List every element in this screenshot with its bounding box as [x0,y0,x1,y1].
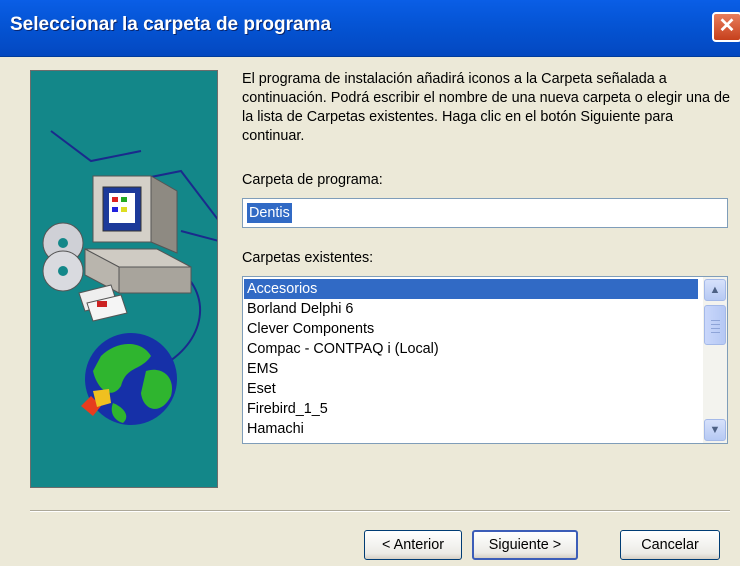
separator [30,510,730,512]
list-item[interactable]: Hamachi [247,419,304,439]
intro-text: El programa de instalación añadirá icono… [242,71,730,144]
list-item[interactable]: Borland Delphi 6 [247,299,353,319]
scroll-down-icon[interactable]: ▼ [704,419,726,441]
list-item[interactable]: EMS [247,359,278,379]
scroll-thumb[interactable] [704,305,726,345]
close-icon[interactable]: ✕ [712,12,740,42]
next-button[interactable]: Siguiente > [472,530,578,560]
list-item[interactable]: Firebird_1_5 [247,399,328,419]
list-item[interactable]: Clever Components [247,319,374,339]
list-item[interactable]: Compac - CONTPAQ i (Local) [247,339,439,359]
computer-setup-illustration [42,130,217,425]
window-title: Seleccionar la carpeta de programa [10,14,332,35]
existing-folders-list[interactable]: Accesorios Borland Delphi 6 Clever Compo… [242,276,728,444]
scroll-up-icon[interactable]: ▲ [704,279,726,301]
program-folder-input[interactable]: Dentis [242,198,728,228]
cancel-button[interactable]: Cancelar [620,530,720,560]
title-bar: Seleccionar la carpeta de programa ✕ [0,0,740,57]
program-folder-label: Carpeta de programa: [242,172,383,188]
back-button[interactable]: < Anterior [364,530,462,560]
existing-folders-label: Carpetas existentes: [242,250,374,266]
setup-illustration [30,70,218,488]
list-item[interactable]: Eset [247,379,276,399]
list-scrollbar[interactable]: ▲ ▼ [703,277,727,443]
list-item[interactable]: Accesorios [244,279,698,299]
program-folder-value: Dentis [247,203,292,223]
